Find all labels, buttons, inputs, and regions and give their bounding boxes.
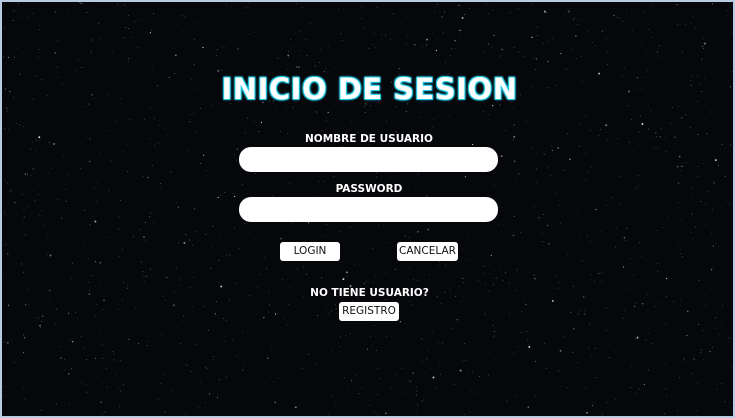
page-title: INICIO DE SESION xyxy=(221,72,518,106)
cancel-button[interactable]: CANCELAR xyxy=(397,242,458,261)
username-label: NOMBRE DE USUARIO xyxy=(305,133,433,145)
register-button[interactable]: REGISTRO xyxy=(339,302,399,321)
login-window: INICIO DE SESION NOMBRE DE USUARIO PASSW… xyxy=(0,0,735,418)
username-input[interactable] xyxy=(239,147,498,172)
password-input[interactable] xyxy=(239,197,498,222)
password-label: PASSWORD xyxy=(335,183,403,195)
no-account-text: NO TIENE USUARIO? xyxy=(310,287,429,299)
login-form: INICIO DE SESION NOMBRE DE USUARIO PASSW… xyxy=(2,2,733,416)
login-button[interactable]: LOGIN xyxy=(280,242,340,261)
